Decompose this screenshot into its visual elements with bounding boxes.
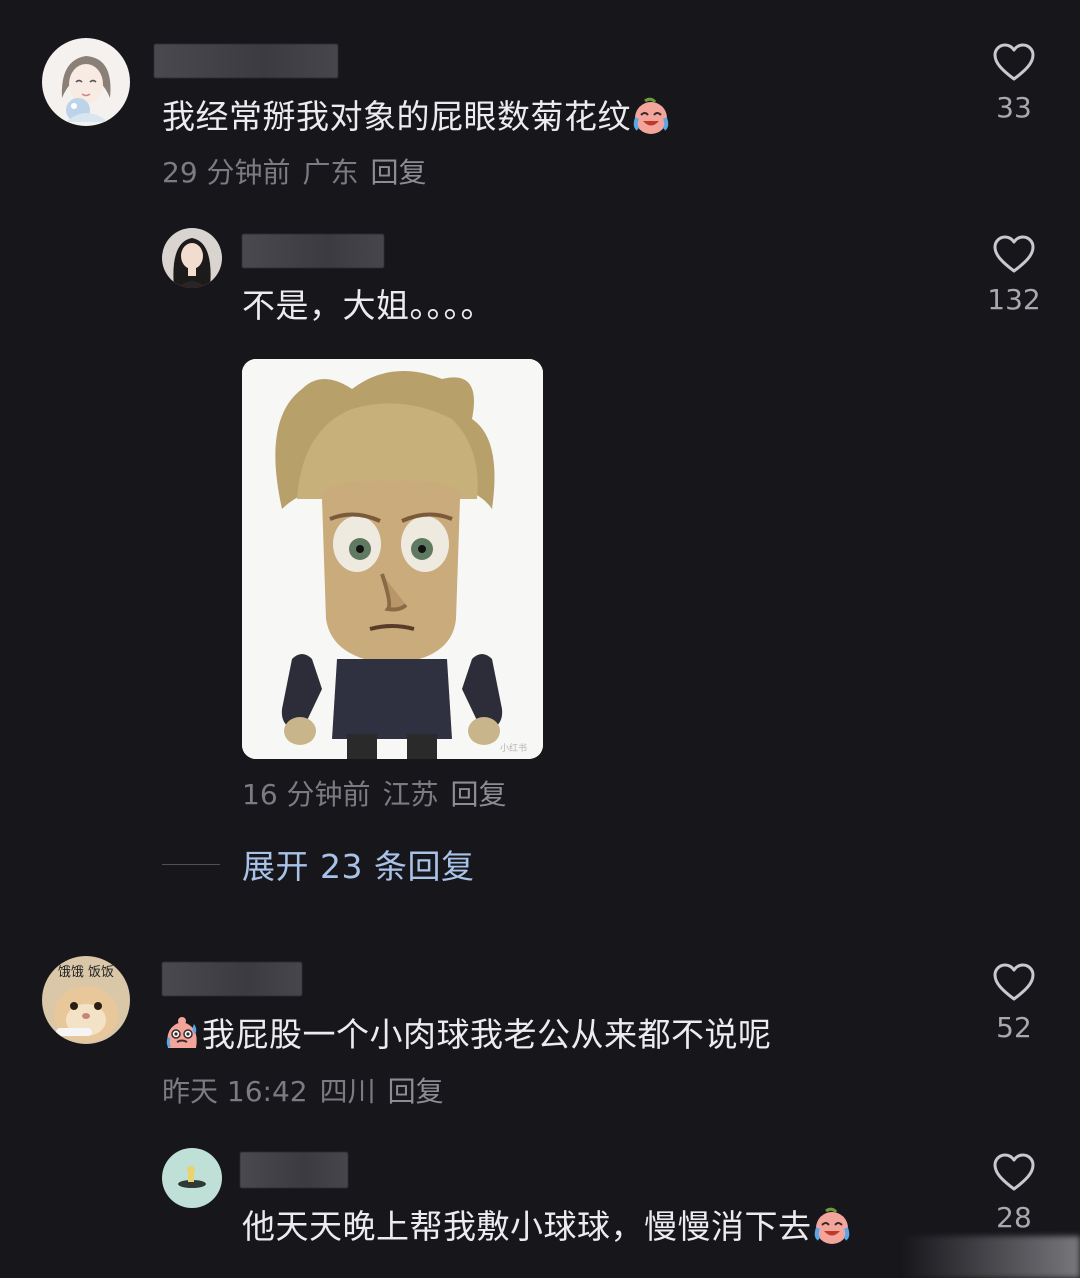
avatar[interactable]: 饿饿 饭饭 <box>42 956 130 1044</box>
like-count: 52 <box>996 1011 1032 1044</box>
reply-button[interactable]: 回复 <box>388 1075 444 1108</box>
comment-location: 广东 <box>302 156 359 189</box>
comment-thread: 我经常掰我对象的屁眼数菊花纹 29 分钟前 广东 回复 33 不是，大姐。。。。 1… <box>0 0 1080 1278</box>
sweating-face-icon <box>162 1014 202 1054</box>
comment-location: 四川 <box>319 1075 376 1108</box>
username-redacted[interactable] <box>240 1152 348 1188</box>
comment-time: 29 分钟前 <box>162 156 291 189</box>
comment-meta: 16 分钟前 江苏 回复 <box>242 778 507 812</box>
expand-replies-label: 展开 23 条回复 <box>242 847 475 886</box>
heart-icon <box>993 43 1035 81</box>
reply-button[interactable]: 回复 <box>371 156 427 189</box>
crying-laughing-face-icon <box>631 96 671 136</box>
comment-text: 我屁股一个小肉球我老公从来都不说呢 <box>162 1014 772 1055</box>
like-button[interactable]: 132 <box>984 234 1044 316</box>
like-button[interactable]: 33 <box>984 42 1044 124</box>
comment-text: 我经常掰我对象的屁眼数菊花纹 <box>162 96 671 137</box>
avatar[interactable] <box>42 38 130 126</box>
heart-icon <box>993 963 1035 1001</box>
comment-text: 不是，大姐。。。。 <box>242 286 494 325</box>
watermark-overlay <box>900 1236 1080 1278</box>
like-count: 33 <box>996 91 1032 124</box>
comment-meta: 29 分钟前 广东 回复 <box>162 156 427 190</box>
comment-location: 江苏 <box>382 778 439 811</box>
like-count: 28 <box>996 1201 1032 1234</box>
reply-button[interactable]: 回复 <box>451 778 507 811</box>
expand-replies-button[interactable]: 展开 23 条回复 <box>162 844 474 886</box>
avatar[interactable] <box>162 1148 222 1208</box>
comment-text: 他天天晚上帮我敷小球球，慢慢消下去 <box>242 1206 852 1247</box>
username-redacted[interactable] <box>154 44 338 78</box>
avatar-text: 饿饿 饭饭 <box>58 965 114 980</box>
crying-laughing-face-icon <box>812 1206 852 1246</box>
like-button[interactable]: 52 <box>984 962 1044 1044</box>
heart-icon <box>993 235 1035 273</box>
sticker-image[interactable]: 小红书 <box>242 359 543 759</box>
username-redacted[interactable] <box>162 962 302 996</box>
divider <box>162 863 220 865</box>
sticker-watermark: 小红书 <box>500 742 527 754</box>
comment-time: 16 分钟前 <box>242 778 371 811</box>
comment-time: 昨天 16:42 <box>162 1075 308 1108</box>
comment-meta: 昨天 16:42 四川 回复 <box>162 1075 444 1109</box>
heart-icon <box>993 1153 1035 1191</box>
avatar[interactable] <box>162 228 222 288</box>
like-button[interactable]: 28 <box>984 1152 1044 1234</box>
username-redacted[interactable] <box>242 234 384 268</box>
like-count: 132 <box>987 283 1041 316</box>
